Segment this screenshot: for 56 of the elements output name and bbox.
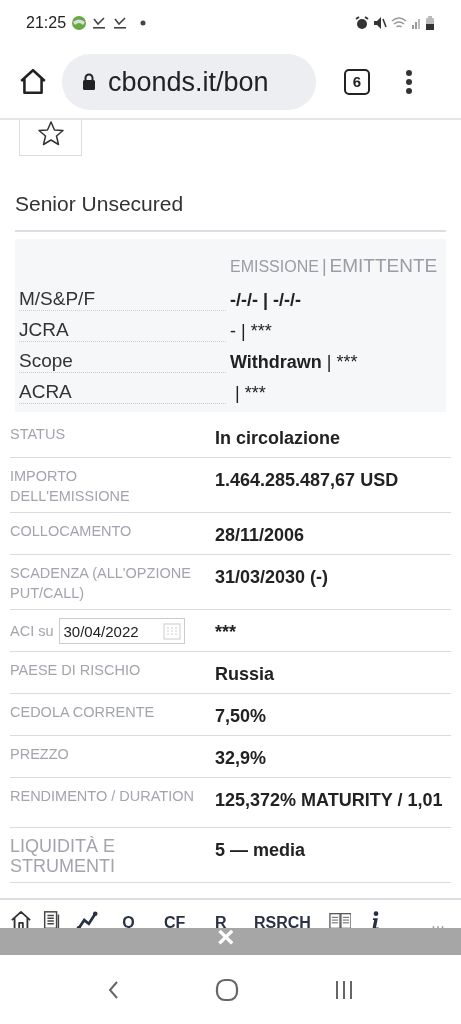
parameter-label: ACI su — [10, 622, 54, 641]
toolbar-tab[interactable]: RSRCH — [243, 917, 322, 928]
notification-dot-icon — [140, 20, 147, 26]
address-bar[interactable]: cbonds.it/bon — [62, 54, 316, 110]
tab-count-button[interactable]: 6 — [344, 69, 370, 95]
url-text: cbonds.it/bon — [108, 65, 269, 99]
parameter-value: 32,9% — [215, 747, 267, 769]
home-icon[interactable] — [18, 67, 48, 97]
parameter-value: 28/11/2006 — [215, 524, 305, 546]
recent-apps-icon[interactable] — [333, 978, 354, 1001]
parameter-label: IMPORTO DELL'EMISSIONE — [10, 467, 131, 506]
header-separator: | — [321, 254, 327, 278]
globe-icon — [71, 15, 88, 31]
favorite-button[interactable] — [19, 120, 82, 156]
parameter-value: 1.464.285.487,67 USD — [215, 469, 399, 491]
agency-label: M/S&P/F — [19, 288, 226, 311]
rating-value: Withdrawn | *** — [230, 351, 358, 373]
column-header: EMISSIONE — [230, 256, 319, 277]
parameter-label: PREZZO — [10, 745, 69, 764]
alarm-icon — [355, 16, 369, 30]
star-icon — [36, 120, 65, 147]
battery-icon — [425, 16, 435, 30]
toolbar-tab[interactable]: R — [197, 917, 244, 928]
back-icon[interactable] — [107, 979, 120, 1000]
parameter-label: STATUS — [10, 425, 66, 444]
rating-value: - | *** — [230, 320, 272, 342]
rating-value: -/-/- | -/-/- — [230, 289, 301, 311]
parameter-value: In circolazione — [215, 427, 341, 449]
lock-icon — [82, 73, 96, 91]
parameter-value: 5 — media — [215, 839, 306, 861]
parameter-label: COLLOCAMENTO — [10, 522, 132, 541]
parameter-label: PAESE DI RISCHIO — [10, 661, 141, 680]
agency-label: Scope — [19, 350, 226, 373]
signal-icon — [411, 16, 421, 30]
mute-icon — [373, 16, 387, 30]
parameter-label: RENDIMENTO / DURATION — [10, 787, 194, 806]
toolbar-tab[interactable]: CF — [151, 917, 198, 928]
parameter-value: 125,372% MATURITY / 1,01 — [215, 789, 443, 811]
parameter-value: *** — [215, 621, 236, 643]
parameter-label: LIQUIDITÀ E STRUMENTI — [10, 836, 117, 876]
wifi-icon — [391, 16, 407, 30]
parameter-label: CEDOLA CORRENTE — [10, 703, 155, 722]
menu-icon[interactable] — [406, 70, 412, 94]
agency-label: JCRA — [19, 319, 226, 342]
column-header: EMITTENTE — [329, 253, 438, 278]
section-heading: Senior Unsecured — [15, 191, 185, 217]
parameter-label: SCADENZA (ALL'OPZIONE PUT/CALL) — [10, 564, 192, 603]
parameter-value: Russia — [215, 663, 275, 685]
date-field[interactable]: 30/04/2022 — [58, 618, 185, 644]
agency-label: ACRA — [19, 381, 226, 404]
download-done-icon — [113, 16, 128, 30]
clock: 21:25 — [26, 13, 67, 33]
parameter-value: 31/03/2030 (-) — [215, 566, 329, 588]
parameter-value: 7,50% — [215, 705, 267, 727]
rating-value: | *** — [234, 382, 266, 404]
download-done-icon — [92, 16, 107, 30]
